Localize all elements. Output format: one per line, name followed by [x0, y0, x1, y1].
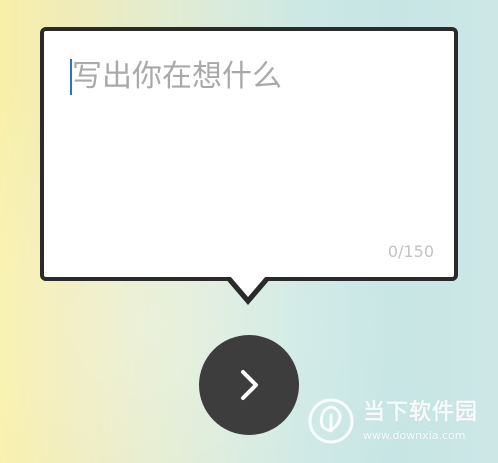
watermark-title: 当下软件园 — [362, 399, 478, 425]
watermark-url: www.downxia.com — [362, 428, 466, 442]
text-caret — [70, 59, 72, 95]
thought-input[interactable] — [66, 57, 432, 227]
downxia-logo-icon — [308, 398, 354, 444]
text-bubble: 0/150 — [40, 27, 458, 281]
bubble-tail-fill — [230, 276, 266, 297]
character-counter: 0/150 — [387, 242, 434, 261]
next-button[interactable] — [199, 335, 299, 435]
watermark: 当下软件园 www.downxia.com — [307, 397, 478, 445]
chevron-right-icon — [241, 370, 258, 400]
